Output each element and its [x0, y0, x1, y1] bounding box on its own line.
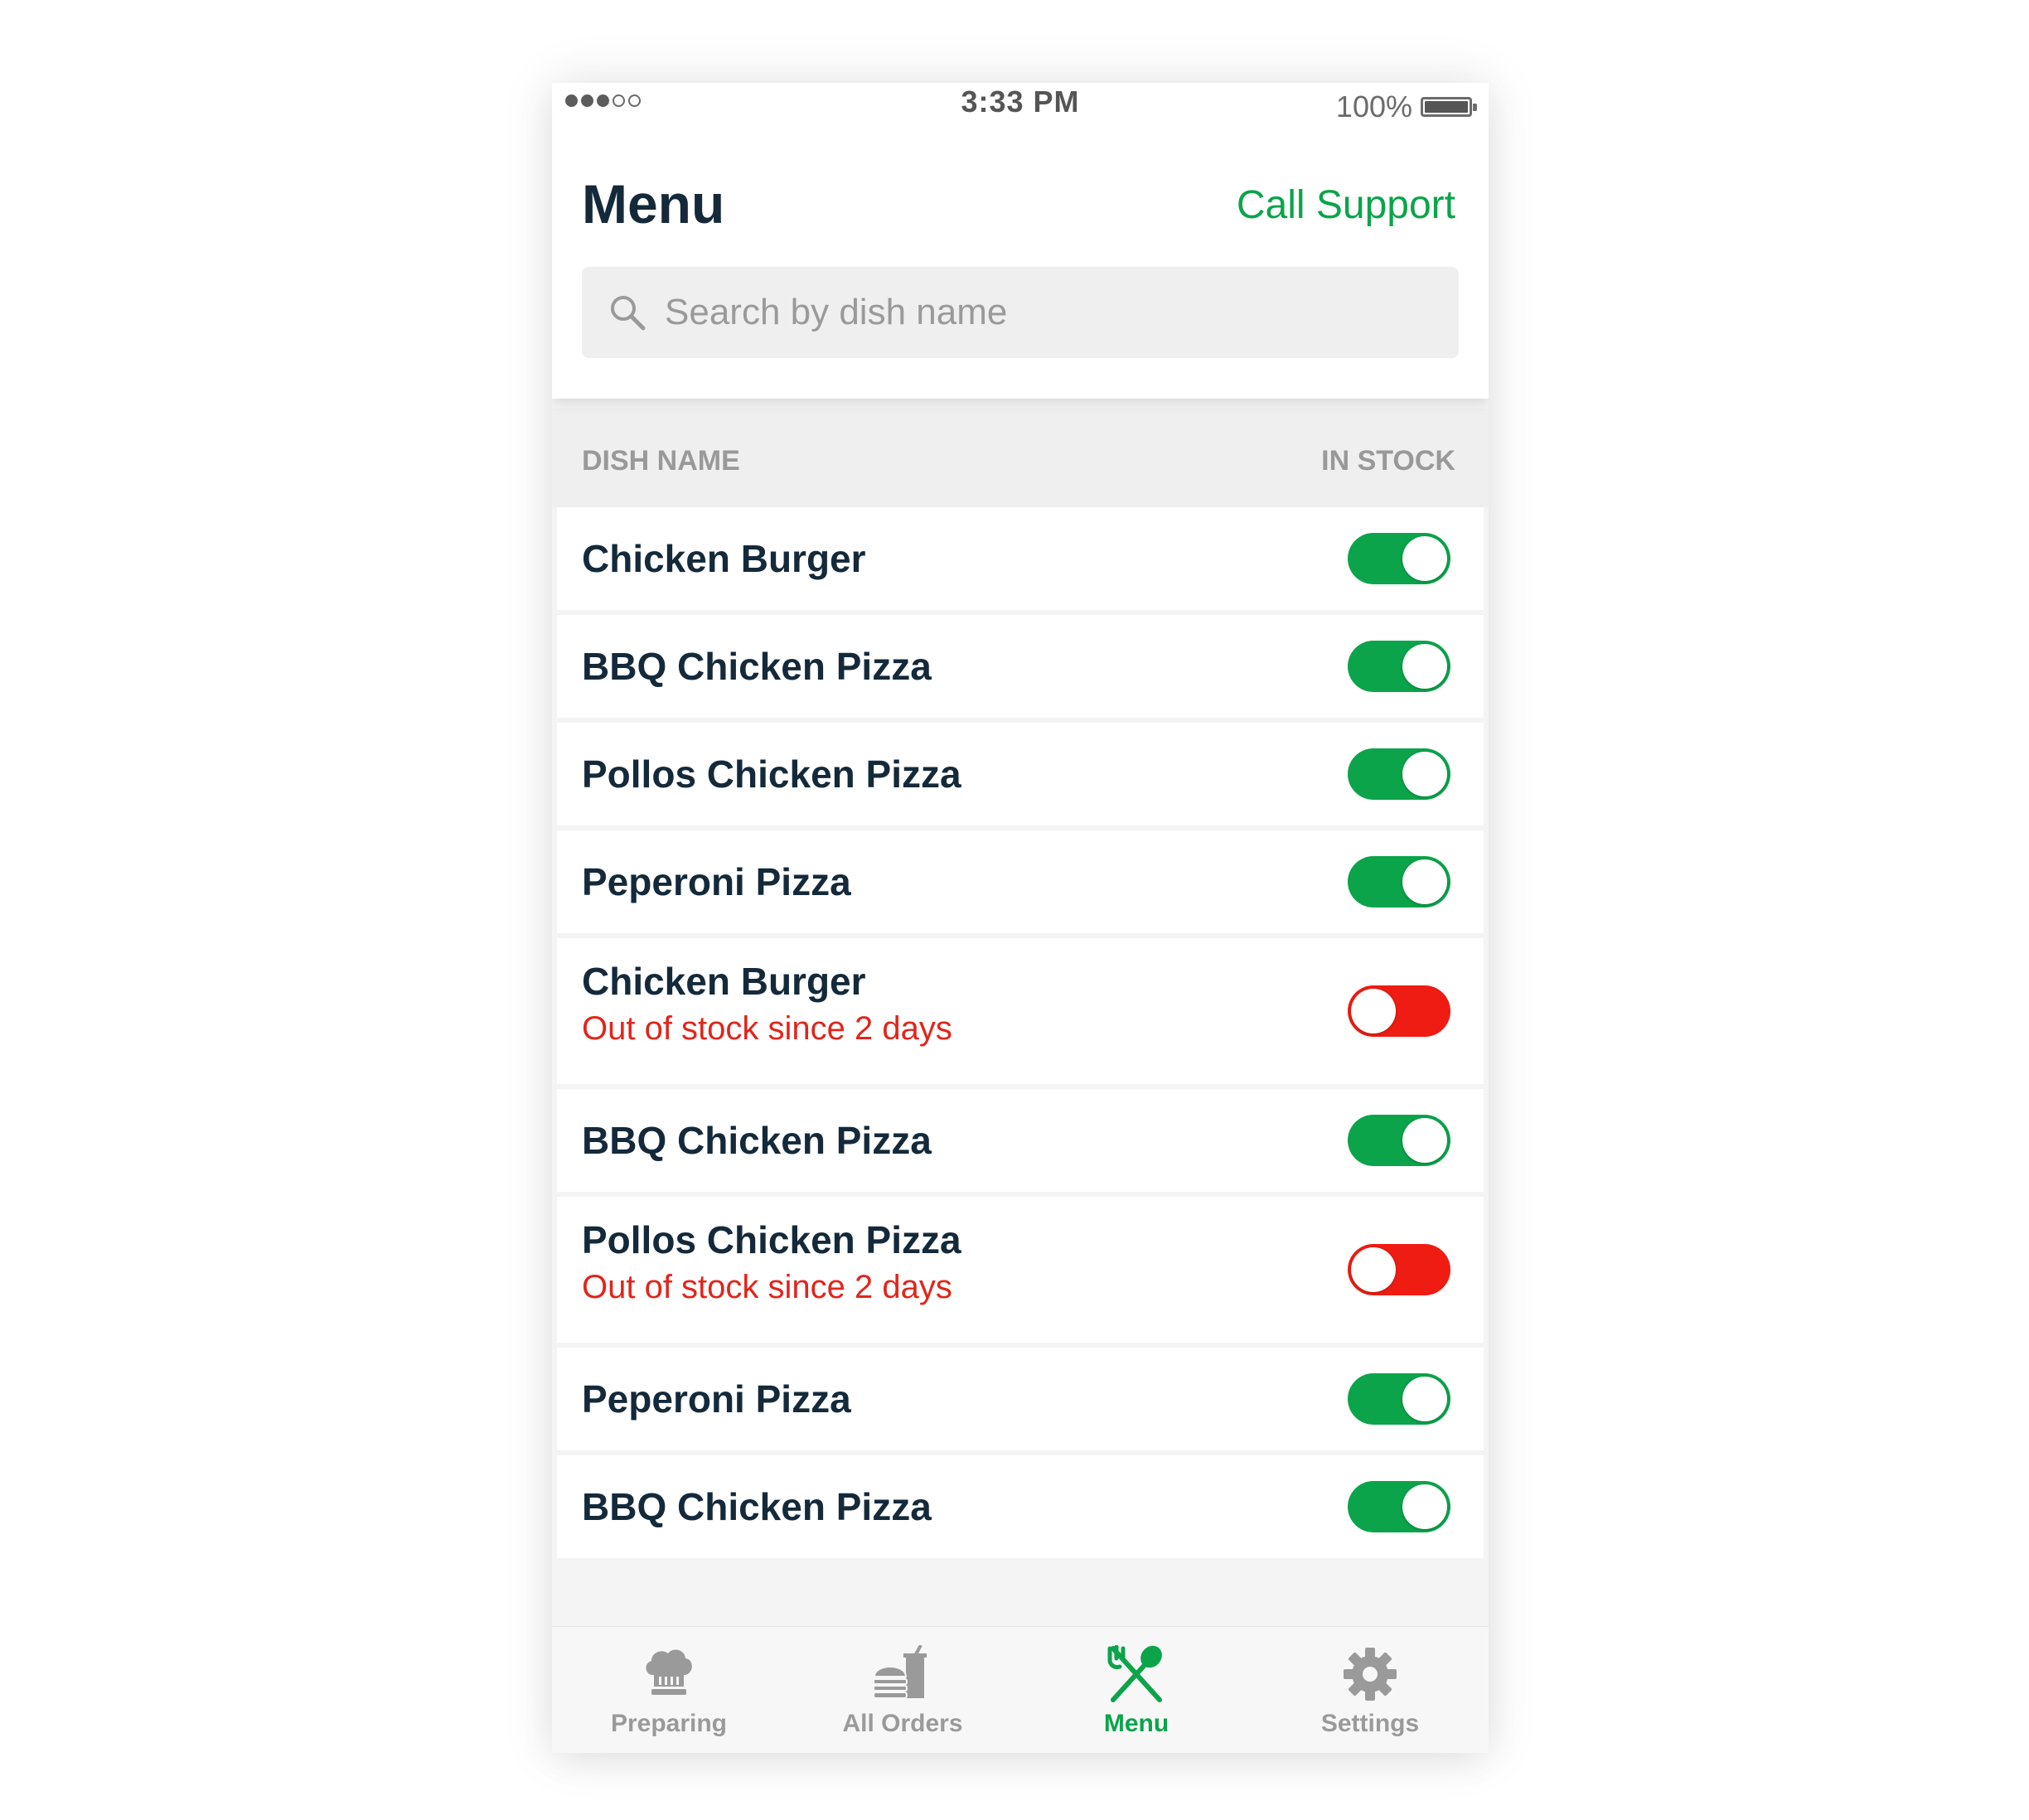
- battery-percent: 100%: [1335, 90, 1412, 123]
- in-stock-toggle[interactable]: [1348, 1244, 1450, 1295]
- status-bar: 3:33 PM 100%: [552, 83, 1489, 133]
- dish-row: Pollos Chicken Pizza Out of stock since 2…: [557, 1197, 1484, 1343]
- dish-row: Pollos Chicken Pizza: [557, 723, 1484, 825]
- column-header: DISH NAME IN STOCK: [552, 409, 1489, 507]
- tab-label: Settings: [1320, 1710, 1420, 1737]
- gear-icon: [1344, 1648, 1397, 1701]
- in-stock-toggle[interactable]: [1348, 533, 1450, 584]
- in-stock-toggle[interactable]: [1348, 856, 1450, 908]
- tab-bar: Preparing All Orders Menu Settings: [552, 1626, 1489, 1753]
- page-title: Menu: [582, 173, 725, 235]
- search-icon: [611, 296, 646, 331]
- in-stock-toggle[interactable]: [1348, 1373, 1450, 1425]
- toggle-knob: [1402, 752, 1447, 796]
- toggle-knob: [1402, 644, 1447, 689]
- dish-name: Chicken Burger: [582, 537, 866, 580]
- toggle-knob: [1402, 536, 1447, 581]
- out-of-stock-status: Out of stock since 2 days: [582, 1010, 952, 1047]
- toggle-knob: [1402, 859, 1447, 904]
- tab-label: Preparing: [610, 1710, 728, 1737]
- dish-row: BBQ Chicken Pizza: [557, 1089, 1484, 1192]
- search-placeholder: Search by dish name: [665, 292, 1008, 332]
- header: 3:33 PM 100% Menu Call Support Search by…: [552, 83, 1489, 399]
- dish-row: Chicken Burger: [557, 507, 1484, 610]
- dish-name: Pollos Chicken Pizza: [582, 1218, 961, 1261]
- call-support-button[interactable]: Call Support: [1237, 181, 1455, 230]
- dish-list: Chicken Burger BBQ Chicken Pizza Pollos Ch…: [552, 507, 1489, 1563]
- toggle-knob: [1351, 1247, 1396, 1292]
- fork-spoon-icon: [1107, 1645, 1162, 1702]
- phone-screen: 3:33 PM 100% Menu Call Support Search by…: [552, 83, 1489, 1753]
- tab-label: All Orders: [842, 1710, 963, 1737]
- dish-name: BBQ Chicken Pizza: [582, 1119, 932, 1162]
- dish-row: BBQ Chicken Pizza: [557, 615, 1484, 718]
- tab-preparing[interactable]: Preparing: [552, 1627, 786, 1753]
- dish-name: Chicken Burger: [582, 960, 866, 1003]
- battery-icon: [1421, 97, 1477, 117]
- dish-name: BBQ Chicken Pizza: [582, 645, 932, 688]
- dish-name: Peperoni Pizza: [582, 1377, 851, 1421]
- search-input[interactable]: Search by dish name: [582, 267, 1459, 358]
- dish-name: BBQ Chicken Pizza: [582, 1485, 932, 1528]
- chef-hat-icon: [646, 1649, 692, 1695]
- column-in-stock: IN STOCK: [1321, 445, 1455, 477]
- in-stock-toggle[interactable]: [1348, 985, 1450, 1037]
- toggle-knob: [1351, 989, 1396, 1033]
- in-stock-toggle[interactable]: [1348, 641, 1450, 692]
- dish-row: Peperoni Pizza: [557, 830, 1484, 933]
- column-dish-name: DISH NAME: [582, 445, 740, 477]
- battery-status: 100%: [1335, 88, 1477, 126]
- toggle-knob: [1402, 1484, 1447, 1529]
- dish-name: Peperoni Pizza: [582, 860, 851, 903]
- tab-menu[interactable]: Menu: [1019, 1627, 1253, 1753]
- dish-name: Pollos Chicken Pizza: [582, 753, 961, 796]
- dish-row: Chicken Burger Out of stock since 2 days: [557, 938, 1484, 1084]
- burger-drink-icon: [873, 1645, 927, 1699]
- toggle-knob: [1402, 1377, 1447, 1421]
- dish-row: BBQ Chicken Pizza: [557, 1455, 1484, 1558]
- in-stock-toggle[interactable]: [1348, 1481, 1450, 1532]
- tab-settings[interactable]: Settings: [1253, 1627, 1487, 1753]
- tab-label: Menu: [1103, 1710, 1169, 1737]
- dish-row: Peperoni Pizza: [557, 1348, 1484, 1450]
- in-stock-toggle[interactable]: [1348, 1115, 1450, 1166]
- out-of-stock-status: Out of stock since 2 days: [582, 1269, 952, 1305]
- toggle-knob: [1402, 1118, 1447, 1163]
- in-stock-toggle[interactable]: [1348, 748, 1450, 800]
- tab-all-orders[interactable]: All Orders: [786, 1627, 1019, 1753]
